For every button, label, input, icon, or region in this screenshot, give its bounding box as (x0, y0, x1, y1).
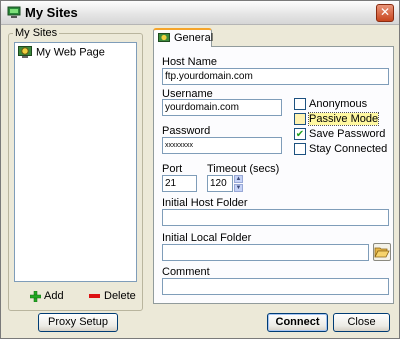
close-icon[interactable]: ✕ (376, 4, 394, 22)
initial-local-folder-field[interactable] (162, 244, 369, 261)
host-name-field[interactable]: ftp.yourdomain.com (162, 68, 389, 85)
add-label: Add (44, 290, 64, 302)
initial-host-folder-label: Initial Host Folder (162, 197, 248, 209)
browse-folder-button[interactable] (373, 243, 391, 261)
save-password-checkbox[interactable]: ✔ Save Password (294, 128, 385, 142)
timeout-spinner[interactable]: ▲ ▼ (234, 175, 243, 192)
port-label: Port (162, 163, 183, 175)
anonymous-checkbox-box (294, 98, 306, 111)
site-list[interactable]: My Web Page (14, 42, 137, 282)
anonymous-label: Anonymous (309, 98, 368, 111)
globe-icon (158, 33, 170, 42)
my-sites-dialog: My Sites ✕ My Sites My Web Page Add Dele… (0, 0, 400, 339)
stay-connected-label: Stay Connected (309, 143, 388, 156)
passive-mode-checkbox-box (294, 113, 306, 126)
general-panel: Host Name ftp.yourdomain.com Username yo… (153, 46, 394, 304)
timeout-field[interactable]: 120 (207, 175, 233, 192)
spin-down-icon[interactable]: ▼ (234, 184, 243, 192)
proxy-setup-button[interactable]: Proxy Setup (38, 313, 118, 332)
comment-label: Comment (162, 266, 210, 278)
save-password-label: Save Password (309, 128, 386, 141)
connect-button[interactable]: Connect (267, 313, 328, 332)
comment-field[interactable] (162, 278, 389, 295)
globe-icon (18, 46, 32, 58)
folder-open-icon (374, 247, 390, 258)
site-icon (7, 6, 21, 18)
password-label: Password (162, 125, 211, 137)
minus-icon (89, 294, 100, 299)
close-button[interactable]: Close (333, 313, 390, 332)
checkmark-icon: ✔ (294, 128, 306, 141)
tab-general-label: General (174, 32, 214, 44)
add-site-button[interactable]: Add (30, 290, 64, 302)
timeout-label: Timeout (secs) (207, 163, 280, 175)
title-bar: My Sites ✕ (1, 1, 399, 25)
host-name-label: Host Name (162, 56, 218, 68)
delete-label: Delete (104, 290, 136, 302)
password-field[interactable]: xxxxxxxx (162, 137, 282, 154)
username-field[interactable]: yourdomain.com (162, 99, 282, 116)
plus-icon (30, 290, 41, 302)
delete-site-button[interactable]: Delete (89, 290, 136, 302)
tab-general[interactable]: General (153, 28, 214, 47)
initial-host-folder-field[interactable] (162, 209, 389, 226)
anonymous-checkbox[interactable]: Anonymous (294, 98, 367, 112)
port-field[interactable]: 21 (162, 175, 197, 192)
initial-local-folder-label: Initial Local Folder (162, 232, 252, 244)
stay-connected-checkbox[interactable]: Stay Connected (294, 143, 387, 157)
spin-up-icon[interactable]: ▲ (234, 175, 243, 183)
stay-connected-checkbox-box (294, 143, 306, 156)
my-sites-group: My Sites My Web Page Add Delete (8, 27, 143, 311)
my-sites-group-label: My Sites (13, 27, 60, 39)
window-title: My Sites (25, 5, 78, 20)
site-item-label: My Web Page (36, 46, 105, 59)
site-list-item[interactable]: My Web Page (18, 46, 105, 62)
passive-mode-checkbox[interactable]: Passive Mode (294, 112, 380, 127)
passive-mode-label: Passive Mode (307, 112, 380, 127)
